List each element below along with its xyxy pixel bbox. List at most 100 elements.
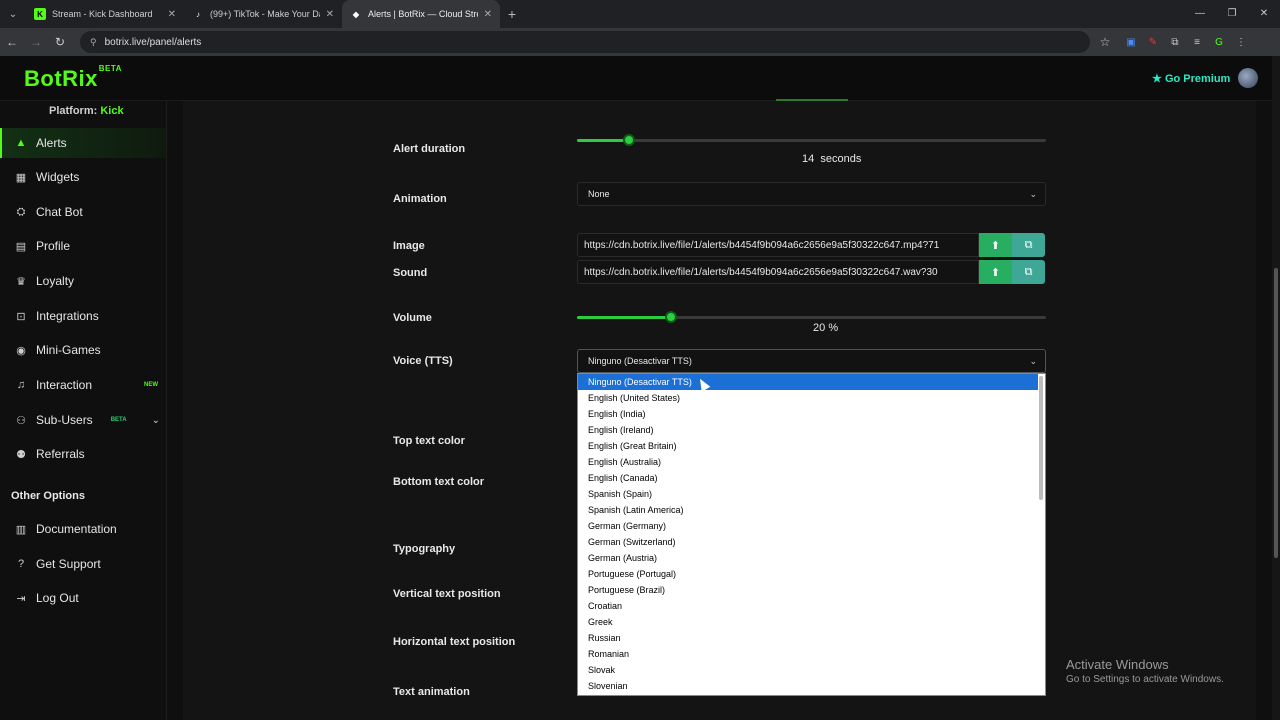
minimize-icon[interactable]: — — [1184, 0, 1216, 28]
voice-option[interactable]: Portuguese (Portugal) — [578, 566, 1045, 582]
image-label: Image — [393, 240, 425, 252]
voice-option[interactable]: English (Ireland) — [578, 422, 1045, 438]
image-library-button[interactable]: ⧉ — [1012, 233, 1045, 257]
voice-option[interactable]: Spanish (Latin America) — [578, 502, 1045, 518]
tab-title: Alerts | BotRix — Cloud Stream — [368, 9, 478, 19]
alert-duration-value: 14 seconds — [802, 153, 861, 165]
slider-handle[interactable] — [623, 134, 635, 146]
robot-icon: ⛭ — [16, 205, 26, 218]
slider-handle[interactable] — [665, 311, 677, 323]
voice-option[interactable]: English (Canada) — [578, 470, 1045, 486]
sidebar-item-loyalty[interactable]: ♛ Loyalty — [0, 266, 166, 296]
upload-image-button[interactable]: ⬆ — [979, 233, 1012, 257]
voice-option[interactable]: Greek — [578, 614, 1045, 630]
voice-option[interactable]: Croatian — [578, 598, 1045, 614]
bookmark-star-icon[interactable]: ☆ — [1090, 35, 1120, 49]
chevron-down-icon: ⌄ — [1029, 355, 1037, 366]
sidebar-item-label: Alerts — [36, 136, 67, 150]
voice-option[interactable]: Slovak — [578, 662, 1045, 678]
volume-value: 20 % — [813, 322, 838, 334]
duration-unit: seconds — [820, 153, 862, 165]
voice-option[interactable]: Ninguno (Desactivar TTS) — [578, 374, 1038, 390]
sidebar-item-referrals[interactable]: ⚉ Referrals — [0, 439, 166, 469]
extension-icon[interactable]: ▣ — [1120, 37, 1142, 48]
voice-tts-dropdown-list[interactable]: Ninguno (Desactivar TTS) English (United … — [577, 373, 1046, 696]
animation-value: None — [588, 189, 610, 199]
platform-indicator: Platform: Kick — [49, 105, 124, 117]
reload-icon[interactable]: ↻ — [48, 35, 72, 49]
volume-slider[interactable] — [577, 311, 1046, 323]
voice-tts-select[interactable]: Ninguno (Desactivar TTS) ⌄ — [577, 349, 1046, 373]
sound-url-input[interactable]: https://cdn.botrix.live/file/1/alerts/b4… — [577, 260, 979, 284]
star-icon: ★ — [1152, 73, 1162, 85]
app-header: BotRix BETA ★ Go Premium — [0, 56, 1272, 101]
tab-title: Stream - Kick Dashboard — [52, 9, 153, 19]
upload-sound-button[interactable]: ⬆ — [979, 260, 1012, 284]
voice-option[interactable]: English (India) — [578, 406, 1045, 422]
restore-icon[interactable]: ❐ — [1216, 0, 1248, 28]
voice-option[interactable]: German (Austria) — [578, 550, 1045, 566]
sidebar-item-alerts[interactable]: ▲ Alerts — [0, 128, 166, 158]
close-tab-icon[interactable]: ✕ — [168, 9, 176, 20]
voice-option[interactable]: Russian — [578, 630, 1045, 646]
sidebar-item-integrations[interactable]: ⊡ Integrations — [0, 301, 166, 331]
sidebar-item-interaction[interactable]: ♫ Interaction NEW — [0, 370, 166, 400]
animation-select[interactable]: None ⌄ — [577, 182, 1046, 206]
menu-icon[interactable]: ⋮ — [1230, 37, 1252, 48]
logo-text: BotRix — [24, 66, 98, 91]
sidebar-item-mini-games[interactable]: ◉ Mini-Games — [0, 335, 166, 365]
chevron-down-icon[interactable]: ⌄ — [152, 415, 160, 426]
sidebar-item-documentation[interactable]: ▥ Documentation — [0, 514, 166, 544]
avatar[interactable] — [1238, 68, 1258, 88]
integrations-icon: ⊡ — [16, 310, 26, 323]
botrix-logo[interactable]: BotRix BETA — [24, 64, 121, 92]
sidebar-item-chat-bot[interactable]: ⛭ Chat Bot — [0, 197, 166, 227]
sidebar-item-get-support[interactable]: ? Get Support — [0, 549, 166, 579]
browser-tab-kick[interactable]: K Stream - Kick Dashboard ✕ — [26, 0, 184, 28]
sidebar-item-profile[interactable]: ▤ Profile — [0, 231, 166, 261]
url-field[interactable]: ⚲ botrix.live/panel/alerts — [80, 31, 1090, 53]
platform-label: Platform: — [49, 105, 98, 117]
voice-option[interactable]: Slovenian — [578, 678, 1045, 694]
window-controls: — ❐ ✕ — [1184, 0, 1280, 28]
voice-option[interactable]: Portuguese (Brazil) — [578, 582, 1045, 598]
voice-option[interactable]: English (Great Britain) — [578, 438, 1045, 454]
music-icon: ♫ — [16, 379, 26, 391]
close-tab-icon[interactable]: ✕ — [484, 9, 492, 20]
sound-url-text: https://cdn.botrix.live/file/1/alerts/b4… — [584, 266, 938, 278]
page-scrollbar-thumb[interactable] — [1274, 268, 1278, 558]
extensions-puzzle-icon[interactable]: ⧉ — [1164, 37, 1186, 48]
go-premium-button[interactable]: ★ Go Premium — [1152, 72, 1230, 85]
voice-option[interactable]: German (Germany) — [578, 518, 1045, 534]
back-icon[interactable]: ← — [0, 35, 24, 49]
image-url-text: https://cdn.botrix.live/file/1/alerts/b4… — [584, 239, 940, 251]
dropdown-scrollbar[interactable] — [1039, 376, 1043, 500]
sound-library-button[interactable]: ⧉ — [1012, 260, 1045, 284]
sidebar-item-log-out[interactable]: ⇥ Log Out — [0, 583, 166, 613]
upload-icon: ⬆ — [990, 266, 1001, 279]
tab-search-icon[interactable]: ⌄ — [0, 0, 26, 28]
voice-option[interactable]: Spanish (Spain) — [578, 486, 1045, 502]
forward-icon[interactable]: → — [24, 35, 48, 49]
site-info-icon[interactable]: ⚲ — [90, 37, 97, 48]
voice-option[interactable]: English (Australia) — [578, 454, 1045, 470]
voice-option[interactable]: German (Switzerland) — [578, 534, 1045, 550]
image-url-input[interactable]: https://cdn.botrix.live/file/1/alerts/b4… — [577, 233, 979, 257]
voice-option[interactable]: English (United States) — [578, 390, 1045, 406]
alert-duration-slider[interactable] — [577, 134, 1046, 146]
browser-tab-botrix[interactable]: ◆ Alerts | BotRix — Cloud Stream ✕ — [342, 0, 500, 28]
volume-label: Volume — [393, 312, 432, 324]
new-tab-button[interactable]: + — [500, 6, 524, 22]
close-tab-icon[interactable]: ✕ — [326, 9, 334, 20]
activate-title: Activate Windows — [1066, 657, 1169, 672]
voice-tts-label: Voice (TTS) — [393, 355, 453, 367]
close-window-icon[interactable]: ✕ — [1248, 0, 1280, 28]
extension-icon[interactable]: ✎ — [1142, 37, 1164, 48]
media-icon[interactable]: ≡ — [1186, 37, 1208, 48]
sidebar-item-sub-users[interactable]: ⚇ Sub-Users BETA ⌄ — [0, 405, 166, 435]
tiktok-icon: ♪ — [196, 9, 200, 19]
sidebar-item-widgets[interactable]: ▦ Widgets — [0, 162, 166, 192]
voice-option[interactable]: Romanian — [578, 646, 1045, 662]
browser-tab-tiktok[interactable]: ♪ (99+) TikTok - Make Your Day ✕ — [184, 0, 342, 28]
profile-icon[interactable]: G — [1208, 37, 1230, 48]
